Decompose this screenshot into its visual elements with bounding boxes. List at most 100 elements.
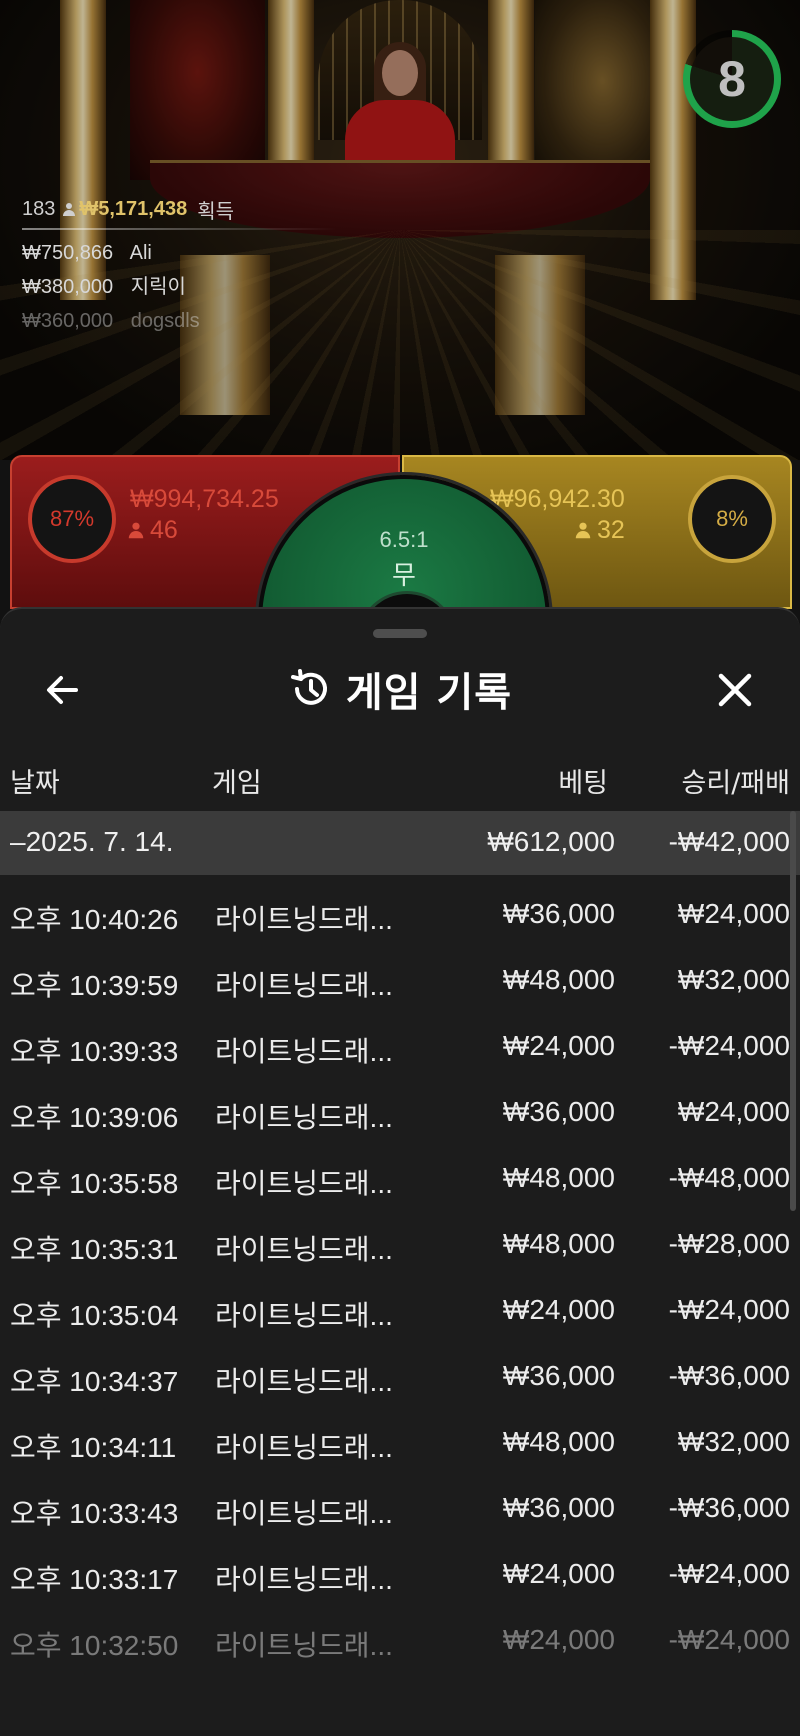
row-bet: ₩24,000	[502, 1558, 615, 1589]
row-time: 오후 10:35:58	[10, 1168, 179, 1199]
table-row[interactable]: 오후 10:34:11 라이트닝드래... ₩48,000 ₩32,000	[0, 1410, 800, 1476]
winner-row: ₩360,000 dogsdls	[22, 304, 200, 338]
dragon-percent: 87%	[28, 475, 116, 563]
table-row[interactable]: 오후 10:33:17 라이트닝드래... ₩24,000 -₩24,000	[0, 1542, 800, 1608]
column-header-bet: 베팅	[558, 768, 608, 799]
group-total-bet: ₩612,000	[487, 826, 615, 857]
winner-name: dogsdls	[130, 310, 200, 332]
row-time: 오후 10:34:37	[10, 1366, 179, 1397]
row-win-loss: -₩24,000	[668, 1558, 790, 1589]
scrollbar[interactable]	[790, 811, 796, 1211]
sheet-header: 게임 기록	[0, 649, 800, 729]
row-win-loss: ₩32,000	[677, 1426, 790, 1457]
row-win-loss: -₩24,000	[668, 1030, 790, 1061]
sheet-title: 게임 기록	[0, 649, 800, 729]
row-bet: ₩24,000	[502, 1624, 615, 1655]
row-game: 라이트닝드래...	[215, 1234, 393, 1265]
group-date: –2025. 7. 14.	[10, 826, 174, 857]
close-icon	[718, 673, 752, 707]
win-summary: 183 ₩5,171,438 획득	[22, 195, 234, 224]
table-header: 날짜 게임 베팅 승리/패배	[0, 745, 800, 805]
row-bet: ₩48,000	[502, 1162, 615, 1193]
row-time: 오후 10:33:17	[10, 1564, 179, 1595]
row-time: 오후 10:35:04	[10, 1300, 179, 1331]
row-bet: ₩24,000	[502, 1294, 615, 1325]
dragon-bet-info: ₩994,734.25 46	[128, 485, 279, 545]
row-game: 라이트닝드래...	[215, 1630, 393, 1661]
scene-overlay	[0, 0, 800, 460]
live-video-stream: 8 183 ₩5,171,438 획득 ₩750,866 Ali ₩380,00…	[0, 0, 800, 460]
row-win-loss: ₩24,000	[677, 1096, 790, 1127]
row-time: 오후 10:40:26	[10, 904, 179, 935]
table-row[interactable]: 오후 10:33:43 라이트닝드래... ₩36,000 -₩36,000	[0, 1476, 800, 1542]
history-list: 오후 10:40:26 라이트닝드래... ₩36,000 ₩24,000 오후…	[0, 882, 800, 1674]
table-row[interactable]: 오후 10:35:31 라이트닝드래... ₩48,000 -₩28,000	[0, 1212, 800, 1278]
dragon-total-bet: ₩994,734.25	[130, 485, 279, 513]
row-game: 라이트닝드래...	[215, 1432, 393, 1463]
top-winners-list: ₩750,866 Ali ₩380,000 지릭이 ₩360,000 dogsd…	[22, 236, 200, 338]
sheet-drag-handle[interactable]	[373, 629, 427, 638]
win-total-amount: ₩5,171,438	[79, 198, 188, 220]
row-win-loss: -₩28,000	[668, 1228, 790, 1259]
winner-amount: ₩360,000	[22, 310, 114, 332]
timer-value: 8	[718, 51, 746, 107]
row-time: 오후 10:32:50	[10, 1630, 179, 1661]
dragon-player-count: 46	[150, 516, 178, 544]
row-time: 오후 10:39:06	[10, 1102, 179, 1133]
table-row[interactable]: 오후 10:39:33 라이트닝드래... ₩24,000 -₩24,000	[0, 1014, 800, 1080]
row-bet: ₩36,000	[502, 1492, 615, 1523]
row-win-loss: ₩32,000	[677, 964, 790, 995]
winner-row: ₩750,866 Ali	[22, 236, 200, 270]
person-icon	[128, 522, 144, 539]
row-time: 오후 10:35:31	[10, 1234, 179, 1265]
row-bet: ₩36,000	[502, 1360, 615, 1391]
table-row[interactable]: 오후 10:35:04 라이트닝드래... ₩24,000 -₩24,000	[0, 1278, 800, 1344]
row-game: 라이트닝드래...	[215, 970, 393, 1001]
row-game: 라이트닝드래...	[215, 1102, 393, 1133]
table-row[interactable]: 오후 10:34:37 라이트닝드래... ₩36,000 -₩36,000	[0, 1344, 800, 1410]
winner-name: 지릭이	[130, 276, 186, 298]
row-time: 오후 10:39:33	[10, 1036, 179, 1067]
row-game: 라이트닝드래...	[215, 1036, 393, 1067]
column-header-win-loss: 승리/패배	[681, 768, 790, 799]
row-game: 라이트닝드래...	[215, 1168, 393, 1199]
row-bet: ₩48,000	[502, 1228, 615, 1259]
row-bet: ₩48,000	[502, 1426, 615, 1457]
person-icon	[63, 202, 76, 217]
tie-odds: 6.5:1	[379, 527, 429, 552]
row-game: 라이트닝드래...	[215, 1300, 393, 1331]
row-game: 라이트닝드래...	[215, 904, 393, 935]
row-bet: ₩36,000	[502, 898, 615, 929]
table-row[interactable]: 오후 10:32:50 라이트닝드래... ₩24,000 -₩24,000	[0, 1608, 800, 1674]
tie-label: 무	[392, 561, 416, 591]
tiger-percent: 8%	[688, 475, 776, 563]
table-row[interactable]: 오후 10:35:58 라이트닝드래... ₩48,000 -₩48,000	[0, 1146, 800, 1212]
history-clock-icon	[290, 669, 327, 705]
row-game: 라이트닝드래...	[215, 1498, 393, 1529]
close-button[interactable]	[710, 665, 760, 715]
date-group-row[interactable]: –2025. 7. 14. ₩612,000 -₩42,000	[0, 811, 800, 875]
row-time: 오후 10:39:59	[10, 970, 179, 1001]
row-time: 오후 10:33:43	[10, 1498, 179, 1529]
row-bet: ₩36,000	[502, 1096, 615, 1127]
win-player-count: 183	[22, 198, 56, 220]
row-game: 라이트닝드래...	[215, 1564, 393, 1595]
row-time: 오후 10:34:11	[10, 1432, 177, 1463]
table-row[interactable]: 오후 10:40:26 라이트닝드래... ₩36,000 ₩24,000	[0, 882, 800, 948]
row-win-loss: -₩36,000	[668, 1360, 790, 1391]
row-win-loss: -₩24,000	[668, 1624, 790, 1655]
winner-amount: ₩750,866	[22, 242, 114, 264]
row-bet: ₩48,000	[502, 964, 615, 995]
tiger-player-count: 32	[597, 516, 625, 544]
row-win-loss: -₩24,000	[668, 1294, 790, 1325]
table-row[interactable]: 오후 10:39:06 라이트닝드래... ₩36,000 ₩24,000	[0, 1080, 800, 1146]
group-total-win-loss: -₩42,000	[668, 826, 790, 857]
winner-name: Ali	[129, 242, 152, 264]
row-game: 라이트닝드래...	[215, 1366, 393, 1397]
row-win-loss: ₩24,000	[677, 898, 790, 929]
person-icon	[575, 522, 591, 539]
table-row[interactable]: 오후 10:39:59 라이트닝드래... ₩48,000 ₩32,000	[0, 948, 800, 1014]
page-title: 게임 기록	[345, 670, 513, 716]
row-bet: ₩24,000	[502, 1030, 615, 1061]
countdown-timer: 8	[683, 30, 781, 128]
